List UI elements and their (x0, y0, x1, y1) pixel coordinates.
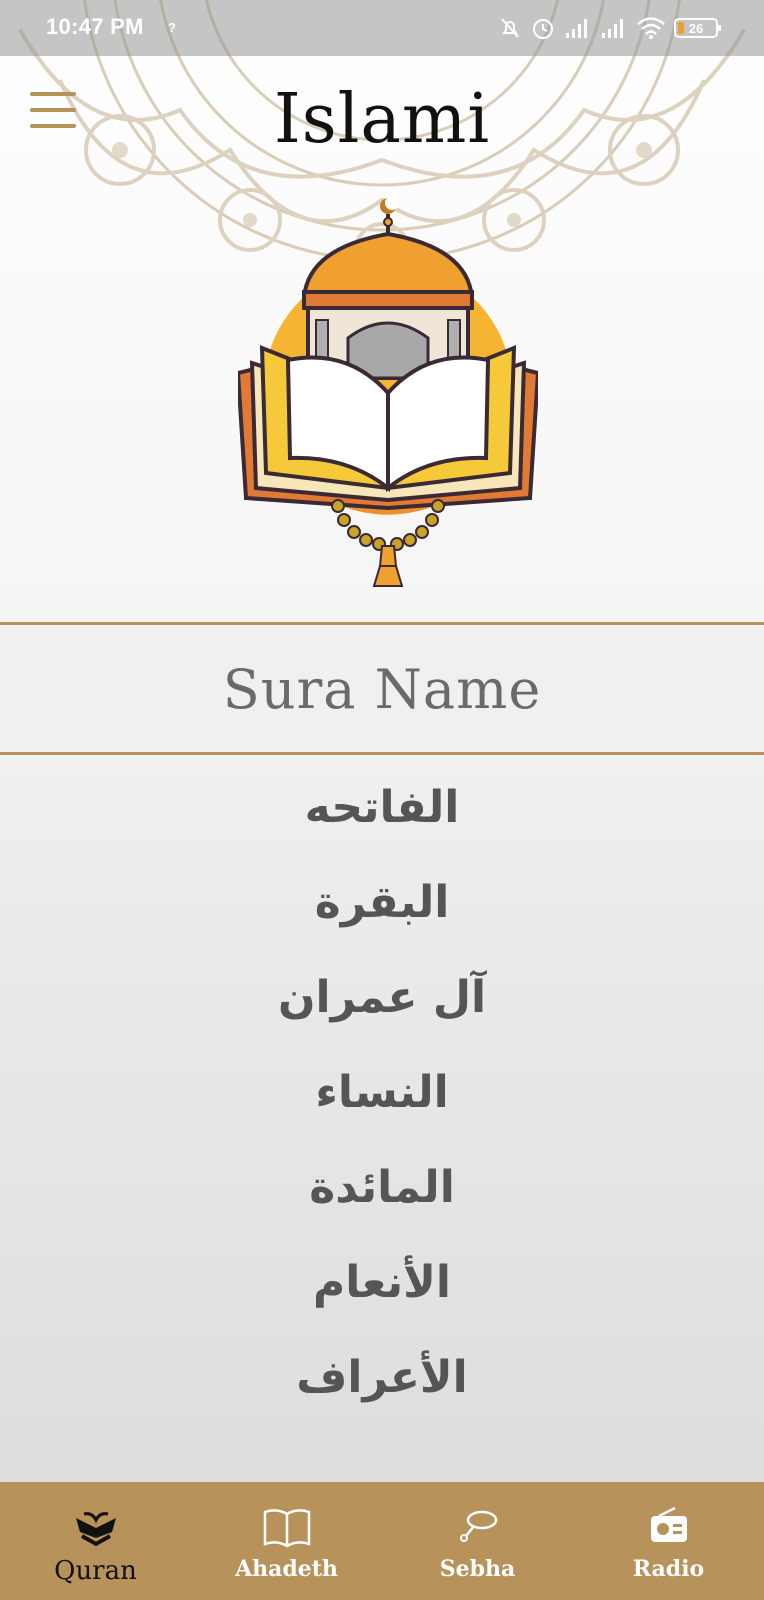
nav-item-radio[interactable]: Radio (573, 1482, 764, 1600)
quran-mosque-logo (238, 196, 538, 587)
signal-icon (566, 19, 587, 38)
sura-item[interactable]: آل عمران (0, 950, 764, 1045)
sura-list[interactable]: الفاتحه البقرة آل عمران النساء المائدة ا… (0, 760, 764, 1480)
nav-item-sebha[interactable]: Sebha (382, 1482, 573, 1600)
nav-label-sebha: Sebha (439, 1556, 516, 1582)
top-divider (0, 622, 764, 625)
nav-item-quran[interactable]: Quran (0, 1482, 191, 1600)
nav-label-radio: Radio (632, 1556, 705, 1582)
sura-item[interactable]: الفاتحه (0, 760, 764, 855)
status-extra: ? (168, 20, 176, 35)
status-icons: 26 (498, 14, 721, 42)
sura-item[interactable]: البقرة (0, 855, 764, 950)
bottom-navigation: Quran Ahadeth Sebha Radio (0, 1482, 764, 1600)
app-title: Islami (273, 80, 491, 159)
alarm-icon (533, 19, 553, 39)
status-bar: 10:47 PM ? 26 (0, 0, 764, 56)
mute-bell-icon (501, 18, 519, 38)
sura-item[interactable]: النساء (0, 1045, 764, 1140)
signal-icon-2 (602, 19, 623, 38)
sura-item[interactable]: الأنعام (0, 1235, 764, 1330)
battery-icon: 26 (674, 18, 721, 38)
quran-icon (75, 1512, 116, 1547)
battery-level: 26 (688, 20, 704, 36)
nav-item-ahadeth[interactable]: Ahadeth (191, 1482, 382, 1600)
sura-item[interactable]: المائدة (0, 1140, 764, 1235)
bottom-divider (0, 752, 764, 755)
nav-label-quran: Quran (54, 1556, 137, 1586)
sura-item[interactable]: الأعراف (0, 1330, 764, 1425)
wifi-icon (637, 17, 665, 39)
nav-label-ahadeth: Ahadeth (235, 1556, 338, 1582)
status-time: 10:47 PM (46, 14, 144, 39)
book-icon (263, 1509, 310, 1548)
section-title: Sura Name (222, 658, 542, 721)
radio-icon (650, 1506, 687, 1542)
sebha-icon (459, 1510, 497, 1542)
